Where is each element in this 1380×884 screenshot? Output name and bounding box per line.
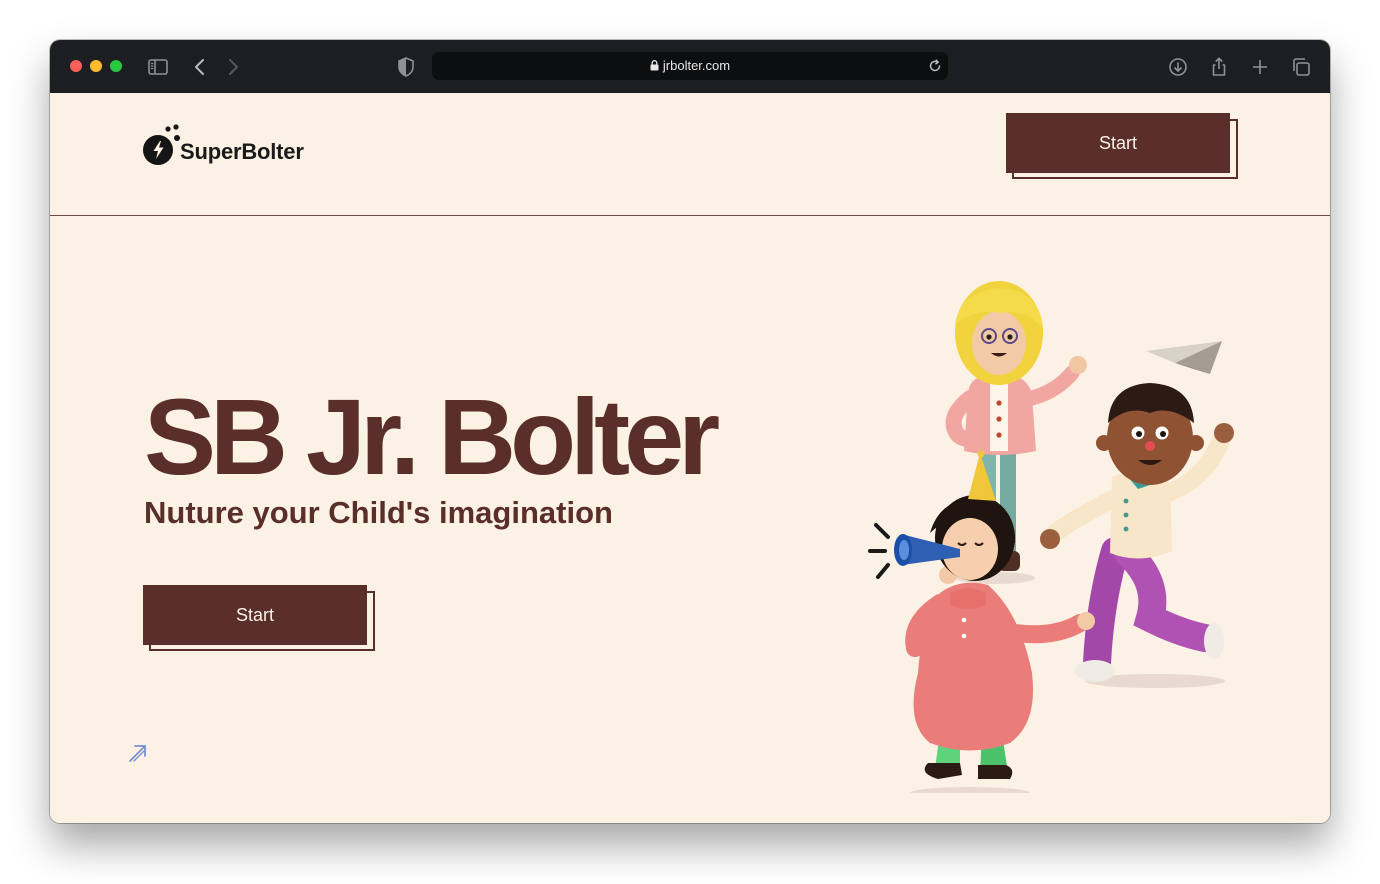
url-text: jrbolter.com <box>662 58 731 73</box>
zoom-window-button[interactable] <box>110 60 122 72</box>
children-illustration <box>868 281 1234 793</box>
reload-icon[interactable] <box>926 57 944 75</box>
lock-icon <box>650 60 659 71</box>
forward-icon[interactable] <box>221 55 245 79</box>
hero-start-button[interactable]: Start <box>143 585 367 645</box>
hero-title: SB Jr. Bolter <box>144 376 720 497</box>
party-girl-figure <box>868 450 1095 793</box>
new-tab-icon[interactable] <box>1248 55 1272 79</box>
tabs-overview-icon[interactable] <box>1289 55 1313 79</box>
hero-subtitle: Nuture your Child's imagination <box>144 495 613 530</box>
header-divider <box>50 215 1330 216</box>
header-start-button-wrap: Start <box>1006 113 1238 181</box>
close-window-button[interactable] <box>70 60 82 72</box>
browser-window: jrbolter.com SuperBolter Start SB Jr. Bo… <box>50 40 1330 823</box>
hero-start-button-wrap: Start <box>143 585 375 653</box>
boy-figure <box>1040 383 1234 688</box>
back-icon[interactable] <box>188 55 212 79</box>
sidebar-icon[interactable] <box>146 55 170 79</box>
address-bar[interactable]: jrbolter.com <box>432 52 948 80</box>
share-icon[interactable] <box>1207 55 1231 79</box>
header-start-button[interactable]: Start <box>1006 113 1230 173</box>
url-display: jrbolter.com <box>432 58 948 73</box>
arrow-up-right-icon[interactable] <box>126 741 150 765</box>
shield-icon[interactable] <box>394 55 418 79</box>
page-content: SuperBolter Start SB Jr. Bolter Nuture y… <box>50 93 1330 823</box>
download-icon[interactable] <box>1166 55 1190 79</box>
paper-plane-icon <box>1146 341 1222 374</box>
browser-toolbar: jrbolter.com <box>50 40 1330 93</box>
minimize-window-button[interactable] <box>90 60 102 72</box>
logo-text[interactable]: SuperBolter <box>180 139 304 165</box>
